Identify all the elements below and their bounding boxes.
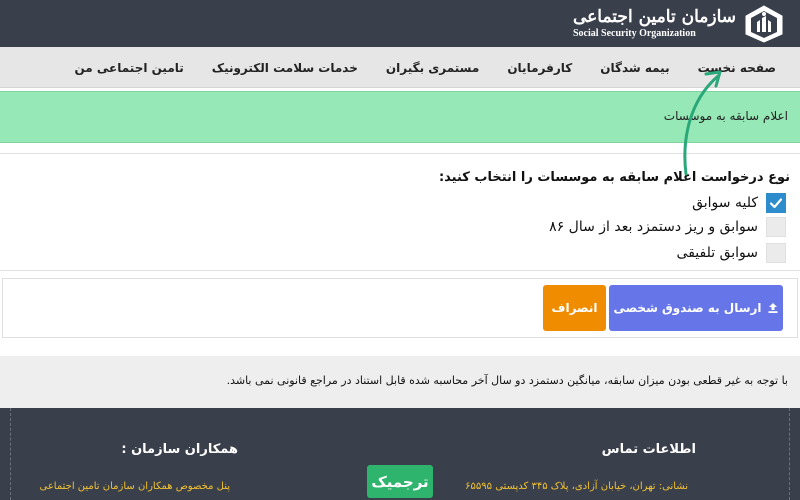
footer-partners-title: همکاران سازمان : — [121, 442, 238, 457]
org-name-fa: سازمان تامین اجتماعی — [572, 7, 736, 27]
upload-icon — [768, 303, 778, 313]
option-records-wages-after-86-checkbox[interactable] — [766, 217, 786, 237]
org-name-en: Social Security Organization — [572, 28, 696, 39]
nav-item-insured[interactable]: بیمه شدگان — [586, 61, 683, 75]
disclaimer-text: با توجه به غیر قطعی بودن میزان سابقه، می… — [226, 374, 788, 387]
option-records-wages-after-86[interactable]: سوابق و ریز دستمزد بعد از سال ۸۶ — [549, 216, 786, 238]
footer-address: نشانی: تهران، خیابان آزادی، پلاک ۳۴۵ کدپ… — [465, 481, 688, 492]
option-records-wages-after-86-label: سوابق و ریز دستمزد بعد از سال ۸۶ — [549, 219, 758, 235]
send-to-inbox-button[interactable]: ارسال به صندوق شخصی — [609, 285, 783, 331]
option-all-records[interactable]: کلیه سوابق — [692, 192, 786, 214]
request-type-panel: نوع درخواست اعلام سابقه به موسسات را انت… — [0, 153, 800, 271]
option-combined-records-label: سوابق تلفیقی — [676, 245, 758, 261]
page-title: اعلام سابقه به موسسات — [663, 109, 788, 123]
nav-item-my-tamin[interactable]: تامین اجتماعی من — [61, 61, 198, 75]
nav-item-pensioners[interactable]: مستمری بگیران — [372, 61, 493, 75]
disclaimer-bar: با توجه به غیر قطعی بودن میزان سابقه، می… — [0, 356, 800, 408]
ssa-emblem-icon — [745, 5, 783, 43]
footer-partners-link[interactable]: پنل مخصوص همکاران سازمان تامین اجتماعی — [39, 481, 230, 492]
watermark-badge: ترجمیک — [367, 465, 433, 498]
site-logo[interactable]: سازمان تامین اجتماعی Social Security Org… — [573, 4, 786, 44]
option-combined-records-checkbox[interactable] — [766, 243, 786, 263]
page-title-banner: اعلام سابقه به موسسات — [0, 91, 800, 143]
main-nav: صفحه نخست بیمه شدگان کارفرمایان مستمری ب… — [0, 47, 800, 88]
request-type-title: نوع درخواست اعلام سابقه به موسسات را انت… — [438, 170, 790, 185]
footer-contact-title: اطلاعات تماس — [601, 442, 696, 457]
send-to-inbox-label: ارسال به صندوق شخصی — [613, 301, 762, 315]
form-actions: ارسال به صندوق شخصی انصراف — [2, 278, 798, 338]
option-all-records-checkbox[interactable] — [766, 193, 786, 213]
option-combined-records[interactable]: سوابق تلفیقی — [677, 242, 786, 264]
cancel-button[interactable]: انصراف — [543, 285, 606, 331]
nav-item-home[interactable]: صفحه نخست — [684, 61, 790, 75]
nav-item-e-health[interactable]: خدمات سلامت الکترونیک — [198, 61, 372, 75]
nav-list: صفحه نخست بیمه شدگان کارفرمایان مستمری ب… — [61, 47, 791, 88]
option-all-records-label: کلیه سوابق — [692, 195, 758, 211]
nav-item-employers[interactable]: کارفرمایان — [493, 61, 586, 75]
site-header: سازمان تامین اجتماعی Social Security Org… — [0, 0, 800, 47]
checkmark-icon — [769, 198, 783, 209]
